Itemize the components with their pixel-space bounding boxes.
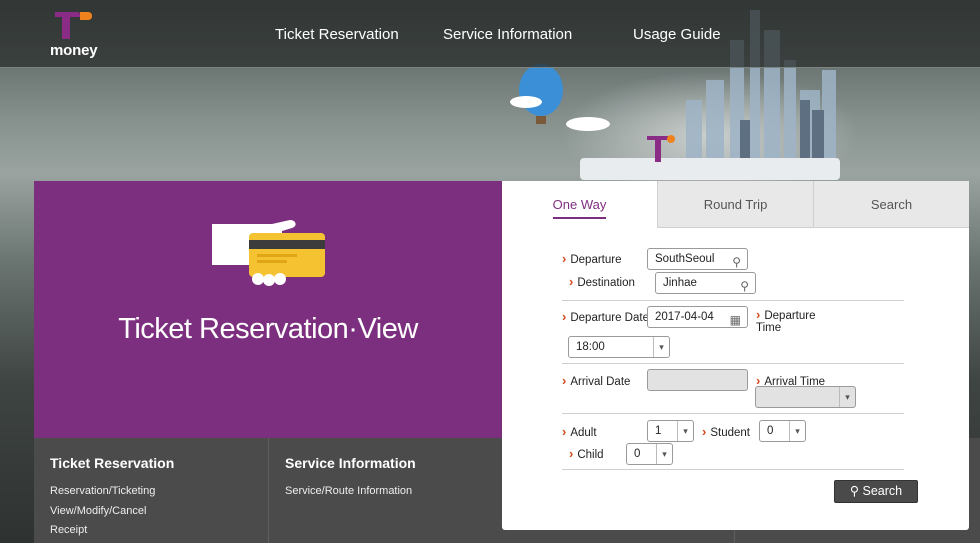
tmoney-logo[interactable]: money <box>47 8 117 64</box>
departure-time-value: 18:00 <box>576 341 605 353</box>
adult-select[interactable]: 1 ▾ <box>647 420 694 442</box>
departure-label: Departure <box>562 251 621 266</box>
departure-date-field[interactable]: 2017-04-04 ▦ <box>647 306 748 328</box>
destination-label: Destination <box>569 274 635 289</box>
departure-field[interactable]: SouthSeoul ⚲ <box>647 248 748 270</box>
arrival-time-select: ▾ <box>755 386 856 408</box>
chevron-down-icon: ▾ <box>839 387 855 407</box>
hand-card-icon <box>212 220 325 286</box>
departure-time-select[interactable]: 18:00 ▾ <box>568 336 670 358</box>
adult-label: Adult <box>562 424 596 439</box>
tab-one-way[interactable]: One Way <box>502 181 657 228</box>
menu-link-view-modify-cancel[interactable]: View/Modify/Cancel <box>50 502 155 522</box>
destination-search-icon[interactable]: ⚲ <box>740 276 749 296</box>
logo-t-icon <box>55 12 92 39</box>
student-select[interactable]: 0 ▾ <box>759 420 806 442</box>
child-value: 0 <box>634 448 641 460</box>
search-button-label: Search <box>862 484 903 498</box>
chevron-down-icon: ▾ <box>656 444 672 464</box>
child-label: Child <box>569 446 603 461</box>
tab-search[interactable]: Search <box>813 181 969 228</box>
tab-round-trip[interactable]: Round Trip <box>657 181 813 228</box>
departure-time-label: Departure Time <box>756 309 826 334</box>
nav-ticket-reservation[interactable]: Ticket Reservation <box>275 26 399 43</box>
chevron-down-icon: ▾ <box>653 337 669 357</box>
divider <box>562 300 904 301</box>
search-button[interactable]: ⚲ Search <box>834 480 918 503</box>
arrival-date-label: Arrival Date <box>562 373 630 388</box>
menu-link-reservation-ticketing[interactable]: Reservation/Ticketing <box>50 482 155 502</box>
balloon-icon <box>519 64 563 116</box>
menu-col-service-information: Service Information Service/Route Inform… <box>268 438 502 543</box>
departure-date-value: 2017-04-04 <box>655 311 714 323</box>
divider <box>562 363 904 364</box>
calendar-icon[interactable]: ▦ <box>730 310 741 330</box>
chevron-down-icon: ▾ <box>789 421 805 441</box>
adult-value: 1 <box>655 425 662 437</box>
departure-search-icon[interactable]: ⚲ <box>732 252 741 272</box>
menu-heading-service-information[interactable]: Service Information <box>285 455 416 471</box>
departure-value: SouthSeoul <box>655 253 715 265</box>
tab-one-way-label: One Way <box>552 197 607 219</box>
child-select[interactable]: 0 ▾ <box>626 443 673 465</box>
hero-panel: Ticket Reservation·View <box>34 181 502 438</box>
arrival-date-field <box>647 369 748 391</box>
logo-text: money <box>50 42 98 59</box>
nav-usage-guide[interactable]: Usage Guide <box>633 26 721 43</box>
divider <box>562 413 904 414</box>
departure-date-label: Departure Date <box>562 309 649 324</box>
student-label: Student <box>702 424 750 439</box>
destination-field[interactable]: Jinhae ⚲ <box>655 272 756 294</box>
reservation-form: One Way Round Trip Search Departure Sout… <box>502 181 969 530</box>
menu-heading-ticket-reservation[interactable]: Ticket Reservation <box>50 455 174 471</box>
destination-value: Jinhae <box>663 277 697 289</box>
chevron-down-icon: ▾ <box>677 421 693 441</box>
divider <box>562 469 904 470</box>
menu-link-receipt[interactable]: Receipt <box>50 521 155 541</box>
nav-service-information[interactable]: Service Information <box>443 26 572 43</box>
menu-col-ticket-reservation: Ticket Reservation Reservation/Ticketing… <box>34 438 268 543</box>
hero-title: Ticket Reservation·View <box>118 313 418 345</box>
student-value: 0 <box>767 425 774 437</box>
trip-type-tabs: One Way Round Trip Search <box>502 181 969 228</box>
top-navigation: money Ticket Reservation Service Informa… <box>0 0 980 68</box>
search-icon: ⚲ <box>849 484 860 498</box>
menu-link-service-route[interactable]: Service/Route Information <box>285 482 412 502</box>
